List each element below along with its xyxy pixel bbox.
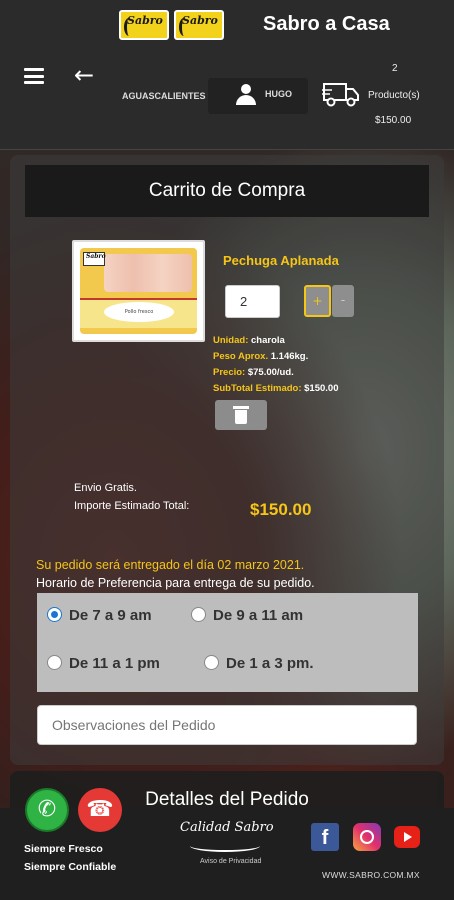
slot-9-11[interactable]: De 9 a 11 am	[191, 607, 303, 624]
increase-quantity-button[interactable]: +	[304, 285, 331, 317]
product-image: Sabro Pollo fresco	[72, 240, 205, 342]
cart-title: Carrito de Compra	[25, 165, 429, 217]
subtotal-value: $150.00	[304, 383, 339, 394]
quality-swoosh	[190, 840, 260, 852]
slot-1-3[interactable]: De 1 a 3 pm.	[204, 655, 314, 672]
sabro-logo: Sabro	[119, 10, 169, 40]
instagram-icon[interactable]	[353, 823, 381, 851]
radio-icon[interactable]	[191, 607, 206, 622]
radio-icon[interactable]	[204, 655, 219, 670]
user-name: HUGO	[265, 89, 292, 99]
app-header: Sabro Sabro Sabro a Casa ← AGUASCALIENTE…	[0, 0, 454, 150]
phone-icon[interactable]	[78, 788, 122, 832]
subtotal-label: SubTotal Estimado:	[213, 383, 302, 394]
location-label[interactable]: AGUASCALIENTES	[122, 91, 206, 101]
slot-7-9[interactable]: De 7 a 9 am	[47, 607, 152, 624]
privacy-link[interactable]: Aviso de Privacidad	[200, 858, 261, 865]
price-value: $75.00/ud.	[247, 367, 294, 378]
trash-icon	[233, 406, 249, 409]
delivery-message: Su pedido será entregado el día 02 marzo…	[36, 558, 305, 572]
product-name[interactable]: Pechuga Aplanada	[223, 253, 339, 268]
observations-input[interactable]	[37, 705, 417, 745]
tagline-fresh: Siempre Fresco	[24, 843, 103, 855]
delete-item-button[interactable]	[215, 400, 267, 430]
whatsapp-icon[interactable]	[25, 788, 69, 832]
weight-value: 1.146kg.	[270, 351, 309, 362]
total-label: Importe Estimado Total:	[74, 500, 190, 512]
tagline-reliable: Siempre Confiable	[24, 861, 117, 873]
total-value: $150.00	[250, 500, 312, 519]
back-arrow-icon[interactable]: ←	[74, 61, 94, 89]
user-icon	[236, 84, 256, 106]
preference-message: Horario de Preferencia para entrega de s…	[36, 576, 315, 590]
cart-label[interactable]: Producto(s)	[368, 90, 420, 101]
cart-card: Carrito de Compra Sabro Pollo fresco Pec…	[10, 155, 444, 765]
app-title: Sabro a Casa	[263, 13, 390, 35]
facebook-icon[interactable]: f	[311, 823, 339, 851]
quantity-input[interactable]	[225, 285, 280, 318]
delivery-time-slots: De 7 a 9 am De 9 a 11 am De 11 a 1 pm De…	[37, 593, 418, 692]
sabro-logo-secondary: Sabro	[174, 10, 224, 40]
delivery-truck-icon[interactable]	[322, 80, 360, 108]
youtube-icon[interactable]	[394, 826, 420, 848]
radio-icon[interactable]	[47, 655, 62, 670]
website-link[interactable]: WWW.SABRO.COM.MX	[322, 870, 420, 880]
weight-label: Peso Aprox.	[213, 351, 269, 362]
decrease-quantity-button[interactable]: -	[332, 285, 354, 317]
unit-value: charola	[251, 335, 285, 346]
unit-label: Unidad:	[213, 335, 249, 346]
product-details: Unidad: charola Peso Aprox. 1.146kg. Pre…	[213, 333, 338, 397]
shipping-note: Envio Gratis.	[74, 482, 137, 494]
user-account-button[interactable]: HUGO	[208, 78, 308, 114]
radio-selected-icon[interactable]	[47, 607, 62, 622]
price-label: Precio:	[213, 367, 246, 378]
cart-count: 2	[392, 63, 398, 74]
cart-total: $150.00	[375, 115, 412, 126]
quality-logo: Calidad Sabro	[180, 820, 274, 835]
slot-11-1[interactable]: De 11 a 1 pm	[47, 655, 160, 672]
menu-icon[interactable]	[24, 68, 44, 84]
